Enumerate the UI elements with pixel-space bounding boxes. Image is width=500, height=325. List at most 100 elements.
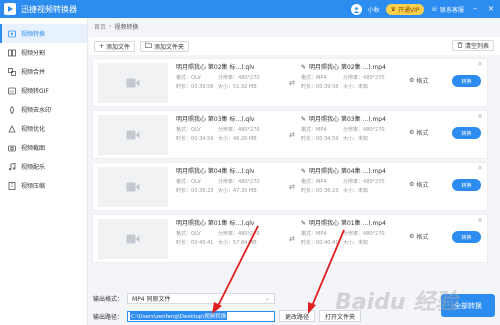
source-duration: 00:36:23 — [191, 188, 214, 194]
list-item[interactable]: 明月照我心 第04集 标...).qlv 格式：QLV 分辨率：480*270 … — [92, 162, 488, 211]
format-settings-button[interactable]: ⚙ 格式 — [409, 232, 428, 241]
sidebar-item-convert[interactable]: 视频转换 — [0, 24, 87, 43]
output-duration: 00:40:41 — [316, 240, 339, 246]
compress-icon — [8, 181, 16, 190]
meta-label: 分辨率： — [343, 127, 364, 133]
meta-label: 分辨率： — [218, 75, 239, 81]
convert-button[interactable]: 转换 — [452, 75, 481, 87]
meta-label: 格式： — [176, 179, 192, 185]
sidebar-item-optimize[interactable]: 视频优化 — [0, 119, 87, 138]
clear-list-button[interactable]: 清空列表 — [451, 40, 494, 51]
add-file-button[interactable]: + 添加文件 — [94, 40, 136, 52]
delete-icon[interactable]: × — [477, 61, 483, 68]
plus-icon: + — [99, 42, 105, 50]
sidebar-item-label: 视频去水印 — [21, 107, 52, 114]
main-panel: 首页 › 视频转换 + 添加文件 添加文件夹 清空列表 明月照我心 第02集 标… — [89, 18, 500, 325]
avatar[interactable] — [350, 3, 362, 15]
sidebar-item-compress[interactable]: 视频压缩 — [0, 176, 87, 195]
source-format: QLV — [191, 179, 201, 185]
sidebar-item-label: 视频分割 — [21, 50, 46, 57]
close-button[interactable]: × — [486, 4, 496, 14]
source-size: 57.84 MB — [233, 240, 257, 246]
output-path-label: 输出路径： — [93, 313, 124, 321]
output-info: ✎ 明月照我心 第01集 ...).mp4 格式：MP4 分辨率：480*270… — [301, 219, 416, 248]
vip-button[interactable]: ♛ 开通VIP — [385, 3, 425, 15]
breadcrumb-home[interactable]: 首页 — [94, 22, 106, 31]
source-size: 47.35 MB — [233, 188, 257, 194]
sidebar-item-screenshot[interactable]: 视频截图 — [0, 138, 87, 157]
chevron-down-icon: ⌄ — [264, 294, 271, 302]
edit-icon[interactable]: ✎ — [301, 219, 306, 228]
edit-icon[interactable]: ✎ — [301, 167, 306, 176]
meta-label: 大小： — [343, 84, 359, 90]
merge-icon — [8, 67, 16, 76]
video-thumbnail — [98, 167, 168, 207]
output-format: MP4 — [316, 127, 327, 133]
edit-icon[interactable]: ✎ — [301, 63, 306, 72]
sidebar-item-gif[interactable]: GIF 视频转GIF — [0, 81, 87, 100]
contact-service-button[interactable]: ☏ 联系客服 — [430, 5, 464, 14]
output-path-input[interactable]: C:\Users\zenfeng\Desktop\视频转换 — [127, 310, 276, 322]
sidebar: 视频转换 视频分割 视频合并 GIF 视频转GIF 视频去水印 视频优化 视频截… — [0, 18, 88, 325]
meta-label: 时长： — [176, 240, 192, 246]
output-info: ✎ 明月照我心 第04集 ...).mp4 格式：MP4 分辨率：480*270… — [301, 167, 416, 196]
list-item[interactable]: 明月照我心 第01集 标...).qlv 格式：QLV 分辨率：480*270 … — [92, 214, 488, 263]
convert-button[interactable]: 转换 — [452, 231, 481, 243]
toolbar: + 添加文件 添加文件夹 清空列表 — [89, 37, 500, 55]
convert-button[interactable]: 转换 — [452, 179, 481, 191]
format-settings-label: 格式 — [416, 78, 429, 85]
delete-icon[interactable]: × — [477, 217, 483, 224]
user-name[interactable]: 小秋 — [368, 5, 380, 14]
output-size: 未知 — [358, 84, 369, 90]
output-format-row: 输出格式： MP4 同原文件 ⌄ — [93, 292, 276, 304]
source-format: QLV — [191, 127, 201, 133]
video-file-icon — [126, 78, 140, 88]
list-item[interactable]: 明月照我心 第03集 标...).qlv 格式：QLV 分辨率：480*270 … — [92, 110, 488, 159]
sidebar-item-label: 视频优化 — [21, 126, 46, 133]
add-folder-label: 添加文件夹 — [154, 43, 185, 51]
format-settings-button[interactable]: ⚙ 格式 — [409, 76, 428, 85]
vip-label: 开通VIP — [397, 6, 420, 14]
sidebar-item-watermark[interactable]: 视频去水印 — [0, 100, 87, 119]
output-filename: 明月照我心 第01集 ...).mp4 — [309, 220, 386, 227]
output-resolution: 480*270 — [363, 231, 385, 237]
headset-icon: ☏ — [430, 5, 438, 13]
breadcrumb-current: 视频转换 — [114, 24, 139, 31]
music-icon — [8, 162, 16, 171]
convert-button[interactable]: 转换 — [452, 127, 481, 139]
app-title: 迅捷视频转换器 — [21, 4, 77, 14]
change-path-button[interactable]: 更改路径 — [279, 310, 316, 322]
delete-icon[interactable]: × — [477, 165, 483, 172]
source-duration: 00:34:59 — [191, 136, 214, 142]
meta-label: 时长： — [301, 240, 317, 246]
output-format-select[interactable]: MP4 同原文件 ⌄ — [127, 292, 276, 304]
output-duration: 00:36:23 — [316, 188, 339, 194]
breadcrumb: 首页 › 视频转换 — [89, 18, 500, 35]
meta-label: 分辨率： — [343, 179, 364, 185]
meta-label: 大小： — [343, 136, 359, 142]
sidebar-item-music[interactable]: 视频配乐 — [0, 157, 87, 176]
folder-icon — [145, 42, 152, 50]
shuffle-arrow-icon: ⇄ — [289, 131, 295, 139]
edit-icon[interactable]: ✎ — [301, 115, 306, 124]
add-folder-button[interactable]: 添加文件夹 — [140, 40, 190, 52]
minimize-button[interactable]: – — [470, 4, 480, 14]
meta-label: 格式： — [301, 127, 317, 133]
shuffle-arrow-icon: ⇄ — [289, 79, 295, 87]
format-settings-label: 格式 — [416, 234, 429, 241]
format-settings-button[interactable]: ⚙ 格式 — [409, 128, 428, 137]
output-size: 未知 — [358, 188, 369, 194]
add-file-label: 添加文件 — [106, 43, 131, 51]
delete-icon[interactable]: × — [477, 113, 483, 120]
list-item[interactable]: 明月照我心 第02集 标...).qlv 格式：QLV 分辨率：480*270 … — [92, 58, 488, 107]
format-settings-button[interactable]: ⚙ 格式 — [409, 180, 428, 189]
output-format: MP4 — [316, 179, 327, 185]
sidebar-item-split[interactable]: 视频分割 — [0, 43, 87, 62]
meta-label: 大小： — [218, 84, 234, 90]
meta-label: 大小： — [218, 240, 234, 246]
meta-label: 时长： — [176, 136, 192, 142]
sidebar-item-merge[interactable]: 视频合并 — [0, 62, 87, 81]
output-filename: 明月照我心 第03集 ...).mp4 — [309, 116, 386, 123]
meta-label: 时长： — [301, 84, 317, 90]
sidebar-item-label: 视频压缩 — [21, 183, 46, 190]
